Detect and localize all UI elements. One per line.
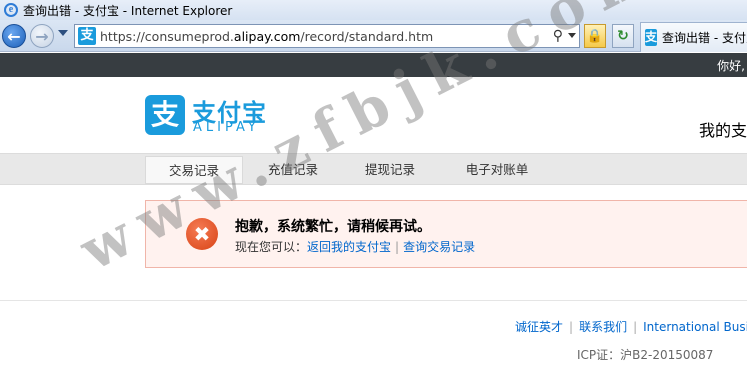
site-topbar: 你好, [0, 53, 747, 77]
tab-withdraw-records[interactable]: 提现记录 [355, 156, 425, 184]
lock-icon[interactable]: 🔒 [584, 24, 606, 48]
tab-favicon-icon: 支 [645, 29, 658, 46]
error-actions-label: 现在您可以： [235, 240, 308, 254]
back-to-alipay-link[interactable]: 返回我的支付宝 [307, 240, 391, 254]
alipay-favicon-icon: 支 [78, 27, 96, 45]
greeting-text: 你好, [717, 59, 745, 73]
footer-link-contact[interactable]: 联系我们 [579, 320, 627, 334]
url-prefix: https://consumeprod. [100, 28, 234, 44]
error-x-icon: ✖ [186, 218, 218, 250]
sub-nav: 交易记录 充值记录 提现记录 电子对账单 [0, 153, 747, 185]
search-icon[interactable]: ⚲ [553, 28, 563, 44]
url-text[interactable]: https://consumeprod.alipay.com/record/st… [100, 29, 433, 44]
tab-title: 查询出错 - 支付宝 [662, 31, 747, 45]
error-title: 抱歉，系统繁忙，请稍候再试。 [235, 219, 431, 235]
address-dropdown-icon[interactable] [568, 33, 576, 38]
refresh-icon[interactable]: ↻ [612, 24, 634, 48]
footer-separator: | [633, 320, 638, 334]
page: e 查询出错 - 支付宝 - Internet Explorer ← → 支 h… [0, 0, 747, 375]
query-records-link[interactable]: 查询交易记录 [403, 240, 475, 254]
footer-link-careers[interactable]: 诚征英才 [515, 320, 563, 334]
window-title: 查询出错 - 支付宝 - Internet Explorer [23, 3, 233, 18]
footer-links: 诚征英才 | 联系我们 | International Business [515, 318, 747, 335]
site-header: 支 支付宝 ALIPAY 我的支 [0, 77, 747, 153]
logo-english[interactable]: ALIPAY [193, 120, 260, 135]
footer-separator: | [569, 320, 574, 334]
tab-e-statement[interactable]: 电子对账单 [455, 156, 539, 184]
tab-recharge-records[interactable]: 充值记录 [258, 156, 328, 184]
my-alipay-title: 我的支 [698, 121, 747, 140]
tab-transaction-records[interactable]: 交易记录 [145, 156, 243, 184]
link-separator: | [395, 240, 400, 254]
forward-arrow-icon[interactable]: → [30, 24, 54, 48]
url-path: /record/standard.htm [300, 28, 434, 44]
error-box: ✖ 抱歉，系统繁忙，请稍候再试。 现在您可以：返回我的支付宝 | 查询交易记录 [145, 200, 747, 268]
window-titlebar: e 查询出错 - 支付宝 - Internet Explorer [0, 0, 747, 20]
ie-logo-icon: e [4, 3, 18, 17]
address-bar[interactable]: 支 https://consumeprod.alipay.com/record/… [74, 24, 580, 48]
browser-navbar: ← → 支 https://consumeprod.alipay.com/rec… [0, 20, 747, 52]
url-domain: alipay.com [233, 28, 301, 44]
footer-link-international[interactable]: International Business [643, 320, 747, 334]
error-actions: 现在您可以：返回我的支付宝 | 查询交易记录 [235, 238, 475, 255]
icp-license: ICP证：沪B2-20150087 [577, 348, 714, 362]
browser-tab[interactable]: 支 查询出错 - 支付宝 [640, 22, 747, 52]
footer-divider [0, 300, 747, 301]
history-dropdown-icon[interactable] [58, 30, 68, 36]
alipay-logo-icon[interactable]: 支 [145, 95, 185, 135]
back-arrow-icon[interactable]: ← [2, 24, 26, 48]
